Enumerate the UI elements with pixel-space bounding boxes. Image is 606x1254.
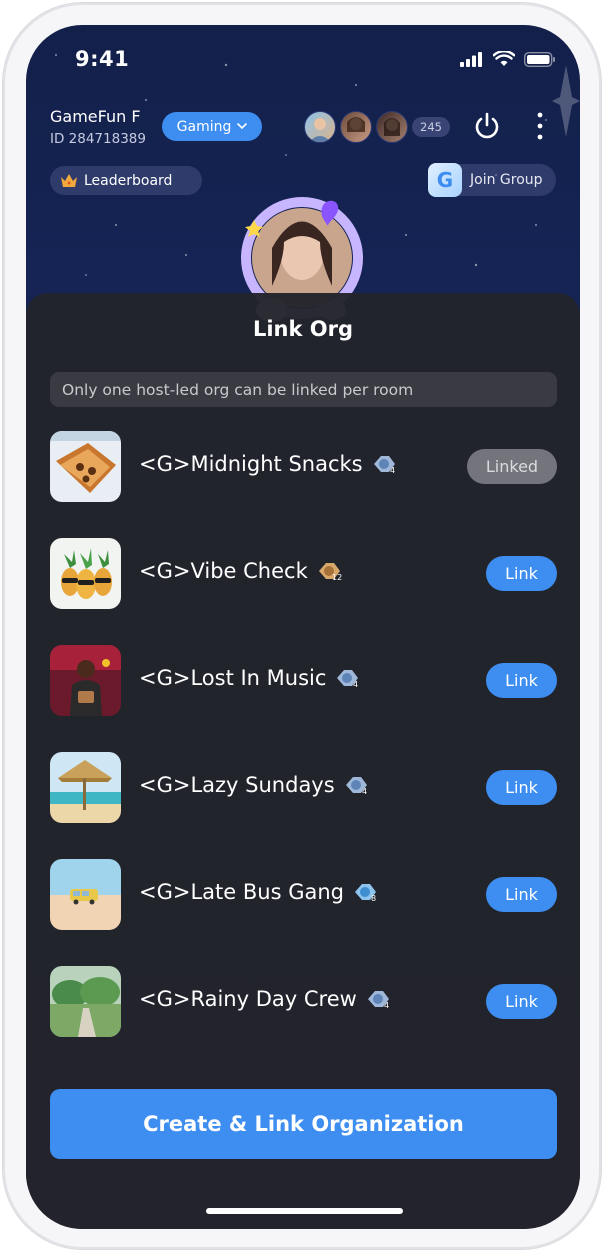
viewer-avatar[interactable] (376, 111, 408, 143)
chevron-down-icon (237, 123, 248, 130)
org-level-badge-icon: 4 (345, 777, 367, 796)
org-row: <G>Lazy Sundays 4 Link (50, 752, 557, 824)
org-name: <G>Lost In Music 4 (139, 666, 359, 690)
org-thumbnail (50, 752, 121, 823)
svg-text:4: 4 (362, 787, 367, 796)
link-org-sheet: Link Org Only one host-led org can be li… (26, 293, 580, 1229)
more-options-icon[interactable] (532, 111, 548, 141)
org-thumbnail (50, 538, 121, 609)
org-name: <G>Rainy Day Crew 4 (139, 987, 389, 1011)
svg-text:12: 12 (332, 573, 342, 582)
org-link-button[interactable]: Link (486, 984, 557, 1019)
org-link-button[interactable]: Link (486, 770, 557, 805)
org-thumbnail (50, 859, 121, 930)
home-indicator[interactable] (206, 1208, 403, 1214)
notice-text: Only one host-led org can be linked per … (62, 380, 414, 399)
crown-icon (61, 173, 77, 187)
org-name: <G>Lazy Sundays 4 (139, 773, 367, 797)
org-link-button[interactable]: Link (486, 556, 557, 591)
org-thumbnail (50, 431, 121, 502)
leaderboard-button[interactable]: Leaderboard (50, 166, 202, 195)
category-dropdown[interactable]: Gaming (162, 112, 262, 141)
viewer-avatar[interactable] (304, 111, 336, 143)
group-logo-icon: G (428, 163, 462, 197)
signal-icon (460, 51, 482, 67)
org-row: <G>Vibe Check 12 Link (50, 538, 557, 610)
notice-banner: Only one host-led org can be linked per … (50, 372, 557, 407)
create-link-org-button[interactable]: Create & Link Organization (50, 1089, 557, 1159)
room-id: ID 284718389 (50, 131, 146, 147)
battery-icon (524, 51, 555, 67)
org-link-button[interactable]: Link (486, 663, 557, 698)
org-row: <G>Late Bus Gang 8 Link (50, 859, 557, 931)
wifi-icon (493, 51, 515, 66)
org-level-badge-icon: 8 (354, 884, 376, 903)
org-level-badge-icon: 4 (373, 456, 395, 475)
leaderboard-label: Leaderboard (84, 172, 173, 189)
org-row: <G>Midnight Snacks 4 Linked (50, 431, 557, 503)
org-name: <G>Midnight Snacks 4 (139, 452, 395, 476)
org-name: <G>Late Bus Gang 8 (139, 880, 377, 904)
join-group-label: Join Group (470, 172, 543, 188)
viewer-avatar[interactable] (340, 111, 372, 143)
svg-text:8: 8 (371, 894, 376, 903)
org-link-button[interactable]: Link (486, 877, 557, 912)
app-screen: 9:41 GameFun F ID 284718389 Gaming 245 L… (26, 25, 580, 1229)
org-level-badge-icon: 12 (318, 563, 342, 582)
svg-text:4: 4 (384, 1001, 389, 1010)
room-name: GameFun F (50, 107, 141, 126)
svg-text:4: 4 (390, 466, 395, 475)
category-label: Gaming (176, 118, 232, 135)
org-thumbnail (50, 966, 121, 1037)
org-row: <G>Lost In Music 4 Link (50, 645, 557, 717)
org-row: <G>Rainy Day Crew 4 Link (50, 966, 557, 1038)
power-icon[interactable] (472, 111, 502, 141)
svg-text:4: 4 (353, 680, 358, 689)
org-thumbnail (50, 645, 121, 716)
viewer-count-badge[interactable]: 245 (412, 117, 450, 137)
org-level-badge-icon: 4 (337, 670, 359, 689)
sheet-title: Link Org (252, 317, 354, 341)
status-bar: 9:41 (26, 25, 580, 95)
status-time: 9:41 (75, 47, 130, 71)
org-level-badge-icon: 4 (367, 991, 389, 1010)
join-group-button[interactable]: G Join Group (428, 163, 556, 197)
org-linked-button[interactable]: Linked (467, 449, 557, 484)
org-name: <G>Vibe Check 12 (139, 559, 342, 583)
